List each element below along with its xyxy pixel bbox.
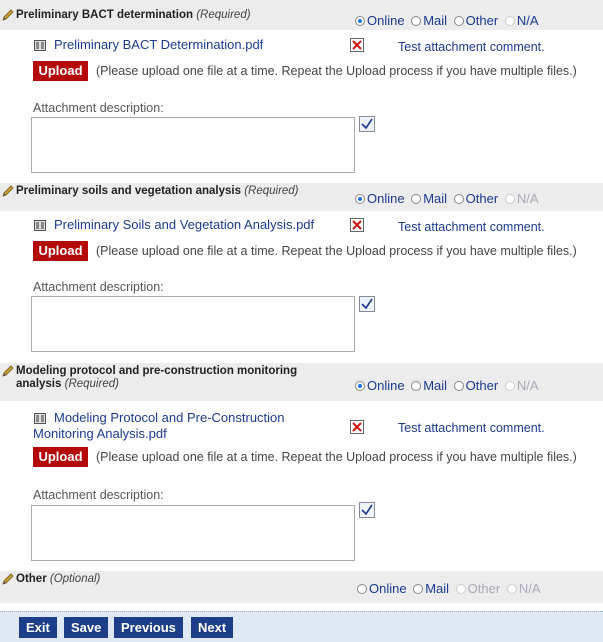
attachment-description-input[interactable] [31, 505, 355, 561]
attachment-description-label: Attachment description: [33, 280, 164, 294]
radio-mail[interactable] [411, 380, 422, 391]
section-title: Other (Optional) [16, 573, 101, 585]
upload-button[interactable]: Upload [33, 61, 88, 81]
pencil-icon [2, 573, 14, 585]
pencil-icon [2, 185, 14, 197]
delete-attachment-icon[interactable] [350, 218, 364, 232]
attachment-link[interactable]: Preliminary BACT Determination.pdf [54, 37, 263, 53]
attachment-comment: Test attachment comment. [398, 40, 545, 54]
spell-check-icon[interactable] [359, 116, 375, 132]
attachment-description-label: Attachment description: [33, 488, 164, 502]
upload-instructions: (Please upload one file at a time. Repea… [96, 64, 577, 78]
save-button[interactable]: Save [64, 617, 109, 638]
radio-mail[interactable] [411, 15, 422, 26]
upload-button[interactable]: Upload [33, 447, 88, 467]
pdf-icon [34, 40, 46, 51]
spell-check-icon[interactable] [359, 296, 375, 312]
spell-check-icon[interactable] [359, 502, 375, 518]
attachment-link[interactable]: Modeling Protocol and Pre-Construction M… [33, 410, 285, 442]
radio-mail[interactable] [413, 583, 424, 594]
delivery-radio-group: Online Mail Other N/A [352, 190, 538, 206]
radio-na[interactable] [504, 193, 515, 204]
pdf-icon [34, 220, 46, 231]
attachment-comment: Test attachment comment. [398, 421, 545, 435]
radio-other[interactable] [453, 380, 464, 391]
radio-online[interactable] [355, 380, 365, 391]
delivery-radio-group: Online Mail Other N/A [354, 580, 540, 596]
exit-button[interactable]: Exit [19, 617, 57, 638]
attachment-description-input[interactable] [31, 117, 355, 173]
attachment-description-input[interactable] [31, 296, 355, 352]
previous-button[interactable]: Previous [114, 617, 183, 638]
attachment-link[interactable]: Preliminary Soils and Vegetation Analysi… [54, 217, 314, 233]
attachment-comment: Test attachment comment. [398, 220, 545, 234]
radio-online[interactable] [357, 583, 367, 594]
radio-na[interactable] [504, 15, 515, 26]
pencil-icon [2, 9, 14, 21]
section-title: Modeling protocol and pre-construction m… [16, 365, 298, 390]
delivery-radio-group: Online Mail Other N/A [352, 12, 538, 28]
radio-na[interactable] [504, 380, 515, 391]
radio-mail[interactable] [411, 193, 422, 204]
section-title: Preliminary soils and vegetation analysi… [16, 185, 299, 197]
radio-online[interactable] [355, 15, 365, 26]
pencil-icon [2, 365, 14, 377]
delivery-radio-group: Online Mail Other N/A [352, 377, 538, 393]
radio-na[interactable] [506, 583, 517, 594]
section-title: Preliminary BACT determination (Required… [16, 9, 251, 21]
attachment-description-label: Attachment description: [33, 101, 164, 115]
radio-online[interactable] [355, 193, 365, 204]
upload-button[interactable]: Upload [33, 241, 88, 261]
wizard-nav-bar: Exit Save Previous Next [0, 611, 603, 642]
upload-instructions: (Please upload one file at a time. Repea… [96, 244, 577, 258]
delete-attachment-icon[interactable] [350, 38, 364, 52]
radio-other[interactable] [453, 193, 464, 204]
next-button[interactable]: Next [191, 617, 234, 638]
delete-attachment-icon[interactable] [350, 420, 364, 434]
radio-other[interactable] [455, 583, 466, 594]
radio-other[interactable] [453, 15, 464, 26]
upload-instructions: (Please upload one file at a time. Repea… [96, 450, 577, 464]
